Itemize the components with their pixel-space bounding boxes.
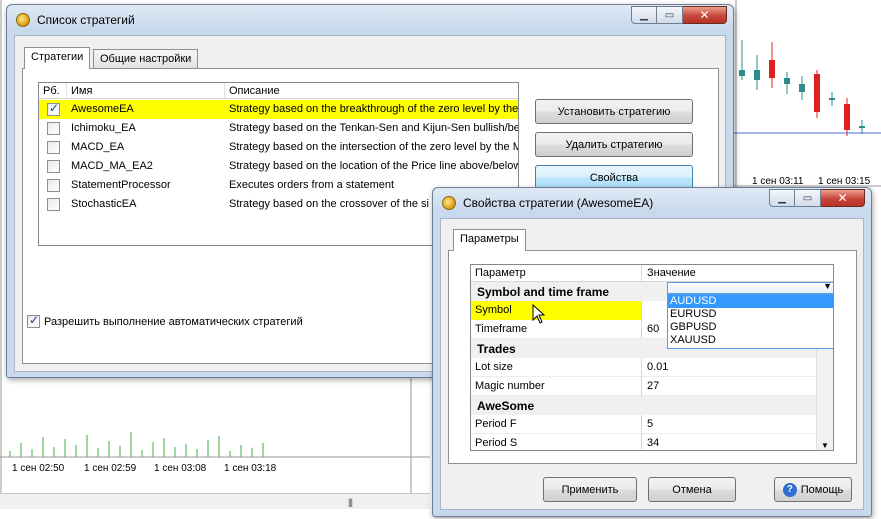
properties-client: Параметры Параметр Значение Symbol and t…: [440, 218, 864, 510]
minimize-button[interactable]: ▁: [631, 6, 657, 24]
strategy-row[interactable]: Ichimoku_EA Strategy based on the Tenkan-…: [39, 119, 518, 138]
symbol-option[interactable]: EURUSD: [668, 308, 833, 321]
chart-horizontal-scrollbar[interactable]: |||: [0, 493, 430, 509]
param-row-period-f[interactable]: Period F 5: [471, 415, 833, 434]
candle-body: [739, 70, 745, 76]
strategy-run-checkbox[interactable]: [47, 141, 60, 154]
symbol-option[interactable]: AUDUSD: [668, 295, 833, 308]
strategy-description: Strategy based on the location of the Pr…: [229, 160, 518, 172]
minimize-button[interactable]: ▁: [769, 189, 795, 207]
symbol-dropdown-list[interactable]: AUDUSD EURUSD GBPUSD XAUUSD: [667, 294, 833, 349]
volume-bars: [9, 432, 264, 457]
candle-body: [859, 126, 865, 128]
strategy-run-checkbox[interactable]: [47, 198, 60, 211]
strategy-name: StochasticEA: [71, 198, 137, 210]
maximize-button[interactable]: ▭: [795, 189, 821, 207]
close-button[interactable]: ✕: [821, 189, 865, 207]
time-axis-label: 1 сен 03:18: [224, 463, 277, 474]
param-row-period-s[interactable]: Period S 34: [471, 434, 833, 450]
grid-header: Параметр Значение: [471, 265, 833, 282]
param-name: Lot size: [471, 358, 642, 377]
tab-parameters[interactable]: Параметры: [453, 229, 526, 251]
property-grid[interactable]: Параметр Значение Symbol and time frame …: [470, 264, 834, 451]
strategy-description: Strategy based on the Tenkan-Sen and Kij…: [229, 122, 518, 134]
strategy-run-checkbox[interactable]: [47, 179, 60, 192]
column-header-name[interactable]: Имя: [67, 83, 225, 99]
strategy-name: MACD_EA: [71, 141, 125, 153]
candle-body: [769, 60, 775, 78]
strategy-row[interactable]: MACD_MA_EA2 Strategy based on the locatio…: [39, 157, 518, 176]
cancel-button[interactable]: Отмена: [648, 477, 736, 502]
param-value[interactable]: 34: [643, 434, 833, 450]
time-axis-label: 1 сен 02:50: [12, 463, 65, 474]
symbol-combo[interactable]: ▼: [667, 281, 833, 294]
candle-body: [799, 84, 805, 92]
strategy-properties-window: Свойства стратегии (AwesomeEA) ▁ ▭ ✕ Пар…: [432, 187, 872, 517]
tab-strategies[interactable]: Стратегии: [24, 47, 91, 69]
strategy-run-checkbox[interactable]: [47, 122, 60, 135]
strategy-run-checkbox[interactable]: [47, 160, 60, 173]
strategy-description: Strategy based on the intersection of th…: [229, 141, 518, 153]
install-strategy-button[interactable]: Установить стратегию: [535, 99, 693, 124]
help-button[interactable]: ? Помощь: [774, 477, 852, 502]
candle-body: [754, 70, 760, 80]
properties-titlebar[interactable]: Свойства стратегии (AwesomeEA) ▁ ▭ ✕: [433, 188, 871, 216]
strategy-row[interactable]: AwesomeEA Strategy based on the breakthro…: [39, 100, 518, 119]
app-icon: [16, 13, 30, 27]
window-title: Свойства стратегии (AwesomeEA): [463, 196, 654, 210]
symbol-option[interactable]: GBPUSD: [668, 321, 833, 334]
candlesticks: [739, 40, 865, 136]
param-value[interactable]: 5: [643, 415, 833, 434]
strategy-description: Strategy based on the breakthrough of th…: [229, 103, 518, 115]
category-awesome[interactable]: AweSome: [471, 396, 833, 415]
strategies-titlebar[interactable]: Список стратегий ▁ ▭ ✕: [7, 5, 733, 33]
column-header-value: Значение: [647, 267, 696, 279]
scroll-grip-icon: |||: [348, 497, 353, 507]
strategy-name: StatementProcessor: [71, 179, 171, 191]
symbol-option[interactable]: XAUUSD: [668, 334, 833, 347]
time-axis-label: 1 сен 03:15: [818, 176, 871, 187]
param-name: Magic number: [471, 377, 642, 396]
time-axis-label: 1 сен 03:08: [154, 463, 207, 474]
help-button-label: Помощь: [800, 483, 844, 496]
maximize-button[interactable]: ▭: [657, 6, 683, 24]
column-header-parameter: Параметр: [471, 265, 642, 282]
close-button[interactable]: ✕: [683, 6, 727, 24]
strategy-name: Ichimoku_EA: [71, 122, 136, 134]
scroll-down-icon[interactable]: ▼: [821, 441, 829, 450]
grid-vertical-scrollbar[interactable]: ▼: [816, 339, 833, 450]
chevron-down-icon[interactable]: ▼: [823, 281, 832, 291]
apply-button[interactable]: Применить: [543, 477, 637, 502]
param-name: Period S: [471, 434, 642, 450]
strategy-row[interactable]: MACD_EA Strategy based on the intersectio…: [39, 138, 518, 157]
strategy-name: MACD_MA_EA2: [71, 160, 153, 172]
param-value[interactable]: 0.01: [643, 358, 833, 377]
help-icon: ?: [782, 482, 797, 497]
parameters-tab-panel: Параметр Значение Symbol and time frame …: [448, 250, 857, 464]
param-row-magic-number[interactable]: Magic number 27: [471, 377, 833, 396]
param-value[interactable]: 27: [643, 377, 833, 396]
candle-body: [844, 104, 850, 130]
mouse-cursor-icon: [532, 304, 546, 324]
column-header-description[interactable]: Описание: [225, 83, 518, 99]
allow-auto-strategies-label[interactable]: Разрешить выполнение автоматических стра…: [44, 316, 303, 328]
candle-body: [814, 74, 820, 112]
candle-body: [829, 98, 835, 100]
time-axis-label: 1 сен 02:59: [84, 463, 137, 474]
param-name: Symbol: [471, 301, 642, 320]
strategy-run-checkbox[interactable]: [47, 101, 60, 116]
candle-body: [784, 78, 790, 84]
allow-auto-strategies-checkbox[interactable]: [27, 313, 40, 328]
delete-strategy-button[interactable]: Удалить стратегию: [535, 132, 693, 157]
tab-general-settings[interactable]: Общие настройки: [93, 49, 199, 69]
list-header: Рб. Имя Описание: [39, 83, 518, 99]
window-title: Список стратегий: [37, 13, 135, 27]
param-row-lot-size[interactable]: Lot size 0.01: [471, 358, 833, 377]
param-name: Timeframe: [471, 320, 642, 339]
column-header-run[interactable]: Рб.: [39, 83, 67, 99]
app-icon: [442, 196, 456, 210]
strategy-name: AwesomeEA: [71, 103, 134, 115]
param-name: Period F: [471, 415, 642, 434]
time-axis-label: 1 сен 03:11: [752, 176, 804, 187]
